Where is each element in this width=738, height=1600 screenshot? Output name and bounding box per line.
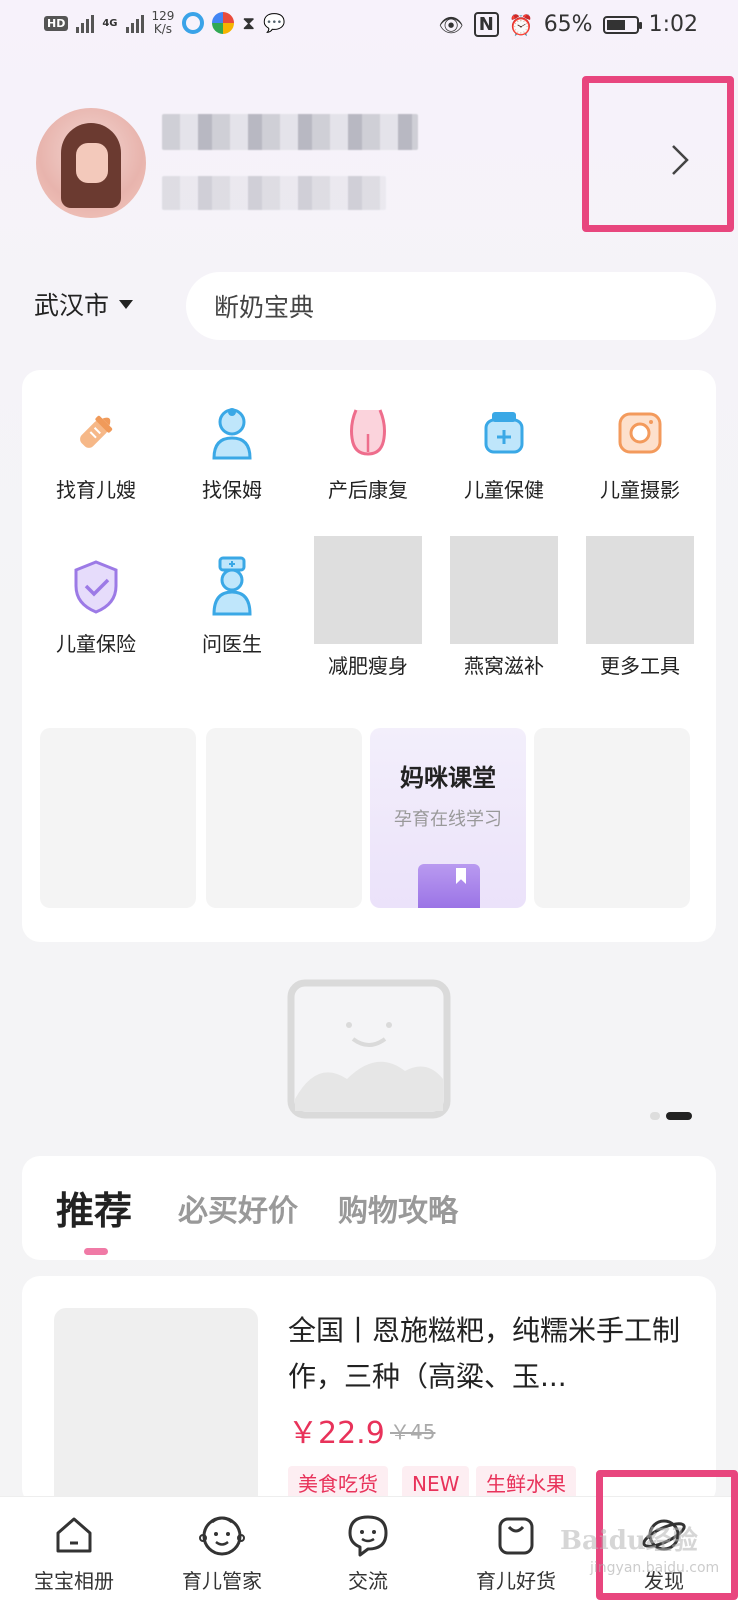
tool-child-insurance[interactable]: 儿童保险 <box>28 556 164 657</box>
carousel-dot <box>650 1112 660 1120</box>
eye-icon: 👁 <box>438 12 464 37</box>
tool-find-nanny-maternity[interactable]: 找育儿嫂 <box>28 402 164 503</box>
tool-label: 产后康复 <box>328 478 408 502</box>
nav-community[interactable]: 交流 <box>308 1511 428 1594</box>
highlight-annotation-profile <box>582 76 734 232</box>
tool-label: 儿童保险 <box>56 632 136 656</box>
promo-subtitle: 孕育在线学习 <box>394 809 502 830</box>
promo-card-mommy-class[interactable]: 妈咪课堂 孕育在线学习 <box>370 728 526 908</box>
tool-label: 儿童摄影 <box>600 478 680 502</box>
tab-shopping-guide[interactable]: 购物攻略 <box>338 1186 458 1230</box>
carousel-dot-active <box>666 1112 692 1120</box>
house-icon <box>50 1511 98 1559</box>
tool-label: 找保姆 <box>202 478 262 502</box>
message-icon: 💬 <box>263 12 286 34</box>
hourglass-icon: ⧗ <box>242 12 256 34</box>
tool-child-healthcare[interactable]: 儿童保健 <box>436 402 572 503</box>
tool-postpartum-recovery[interactable]: 产后康复 <box>300 402 436 503</box>
speed-unit: K/s <box>153 22 173 36</box>
tool-label: 减肥瘦身 <box>328 654 408 678</box>
alarm-icon: ⏰ <box>508 12 534 37</box>
tool-birds-nest[interactable]: 燕窝滋补 <box>436 536 572 679</box>
tool-label: 儿童保健 <box>464 478 544 502</box>
tab-must-buy-deals[interactable]: 必买好价 <box>178 1186 298 1230</box>
tool-child-photography[interactable]: 儿童摄影 <box>572 402 708 503</box>
signal-icon <box>76 13 95 33</box>
battery-icon <box>602 15 642 34</box>
nav-baby-album[interactable]: 宝宝相册 <box>14 1511 134 1594</box>
tab-recommended[interactable]: 推荐 <box>56 1180 132 1235</box>
nav-parenting-manager[interactable]: 育儿管家 <box>162 1511 282 1594</box>
promo-title: 妈咪课堂 <box>400 764 496 792</box>
promo-card-placeholder[interactable] <box>40 728 196 908</box>
app-notification-icon <box>212 12 235 34</box>
signal-icon-2 <box>125 13 144 33</box>
app-notification-icon <box>182 12 205 34</box>
image-placeholder <box>314 536 422 644</box>
tool-label: 更多工具 <box>600 654 680 678</box>
bookmark-book-icon <box>418 864 480 908</box>
watermark-url: jingyan.baidu.com <box>590 1560 720 1576</box>
banner-carousel[interactable] <box>22 964 716 1134</box>
image-placeholder <box>450 536 558 644</box>
avatar[interactable] <box>36 108 146 218</box>
tool-label: 问医生 <box>202 632 262 656</box>
tab-active-indicator <box>84 1248 108 1255</box>
product-title: 全国丨恩施糍粑，纯糯米手工制作，三种（高粱、玉... <box>288 1314 681 1393</box>
image-placeholder-icon <box>287 979 451 1119</box>
tool-weight-loss[interactable]: 减肥瘦身 <box>300 536 436 679</box>
nav-label: 宝宝相册 <box>34 1569 114 1593</box>
image-placeholder <box>586 536 694 644</box>
search-placeholder: 断奶宝典 <box>214 293 315 322</box>
nav-label: 交流 <box>348 1569 388 1593</box>
nanny-icon <box>202 402 262 462</box>
product-image[interactable] <box>54 1308 258 1508</box>
hd-badge: HD <box>44 15 69 31</box>
battery-percent: 65% <box>543 12 593 37</box>
nav-label: 育儿管家 <box>182 1569 262 1593</box>
feed-tabs: 推荐 必买好价 购物攻略 <box>22 1156 716 1260</box>
body-recovery-icon <box>338 402 398 462</box>
promo-card-placeholder[interactable] <box>534 728 690 908</box>
avatar-face <box>76 143 108 183</box>
nfc-icon: N <box>473 12 499 37</box>
product-price: ￥22.9 <box>288 1416 385 1451</box>
chat-bubble-icon <box>344 1511 392 1559</box>
baby-bottle-icon <box>66 402 126 462</box>
dropdown-icon <box>119 299 134 309</box>
status-bar: HD 4G 129 K/s ⧗ 💬 👁 N ⏰ 65% 1:02 <box>0 0 738 52</box>
speed-value: 129 <box>151 9 175 23</box>
shopping-bag-icon <box>492 1511 540 1559</box>
nav-parenting-goods[interactable]: 育儿好货 <box>456 1511 576 1594</box>
product-original-price: ￥45 <box>390 1420 436 1444</box>
watermark-brand: Baidu经验 <box>560 1526 698 1556</box>
tool-ask-doctor[interactable]: 问医生 <box>164 556 300 657</box>
nav-label: 育儿好货 <box>476 1569 556 1593</box>
location-label: 武汉市 <box>34 291 110 320</box>
user-info-obscured <box>162 176 386 210</box>
tool-find-nanny[interactable]: 找保姆 <box>164 402 300 503</box>
search-input[interactable]: 断奶宝典 <box>186 272 716 340</box>
medicine-jar-icon <box>474 402 534 462</box>
promo-card-placeholder[interactable] <box>206 728 362 908</box>
shield-check-icon <box>66 556 126 616</box>
carousel-indicator <box>650 1112 692 1120</box>
battery-fill <box>606 19 625 30</box>
clock: 1:02 <box>648 12 698 37</box>
tool-label: 找育儿嫂 <box>56 478 136 502</box>
baby-face-icon <box>198 1511 246 1559</box>
username-obscured <box>162 114 418 150</box>
tool-more-tools[interactable]: 更多工具 <box>572 536 708 679</box>
tool-label: 燕窝滋补 <box>464 654 544 678</box>
location-selector[interactable]: 武汉市 <box>34 286 134 322</box>
network-speed: 129 K/s <box>152 10 175 36</box>
camera-icon <box>610 402 670 462</box>
network-type: 4G <box>102 17 118 29</box>
doctor-icon <box>202 556 262 616</box>
